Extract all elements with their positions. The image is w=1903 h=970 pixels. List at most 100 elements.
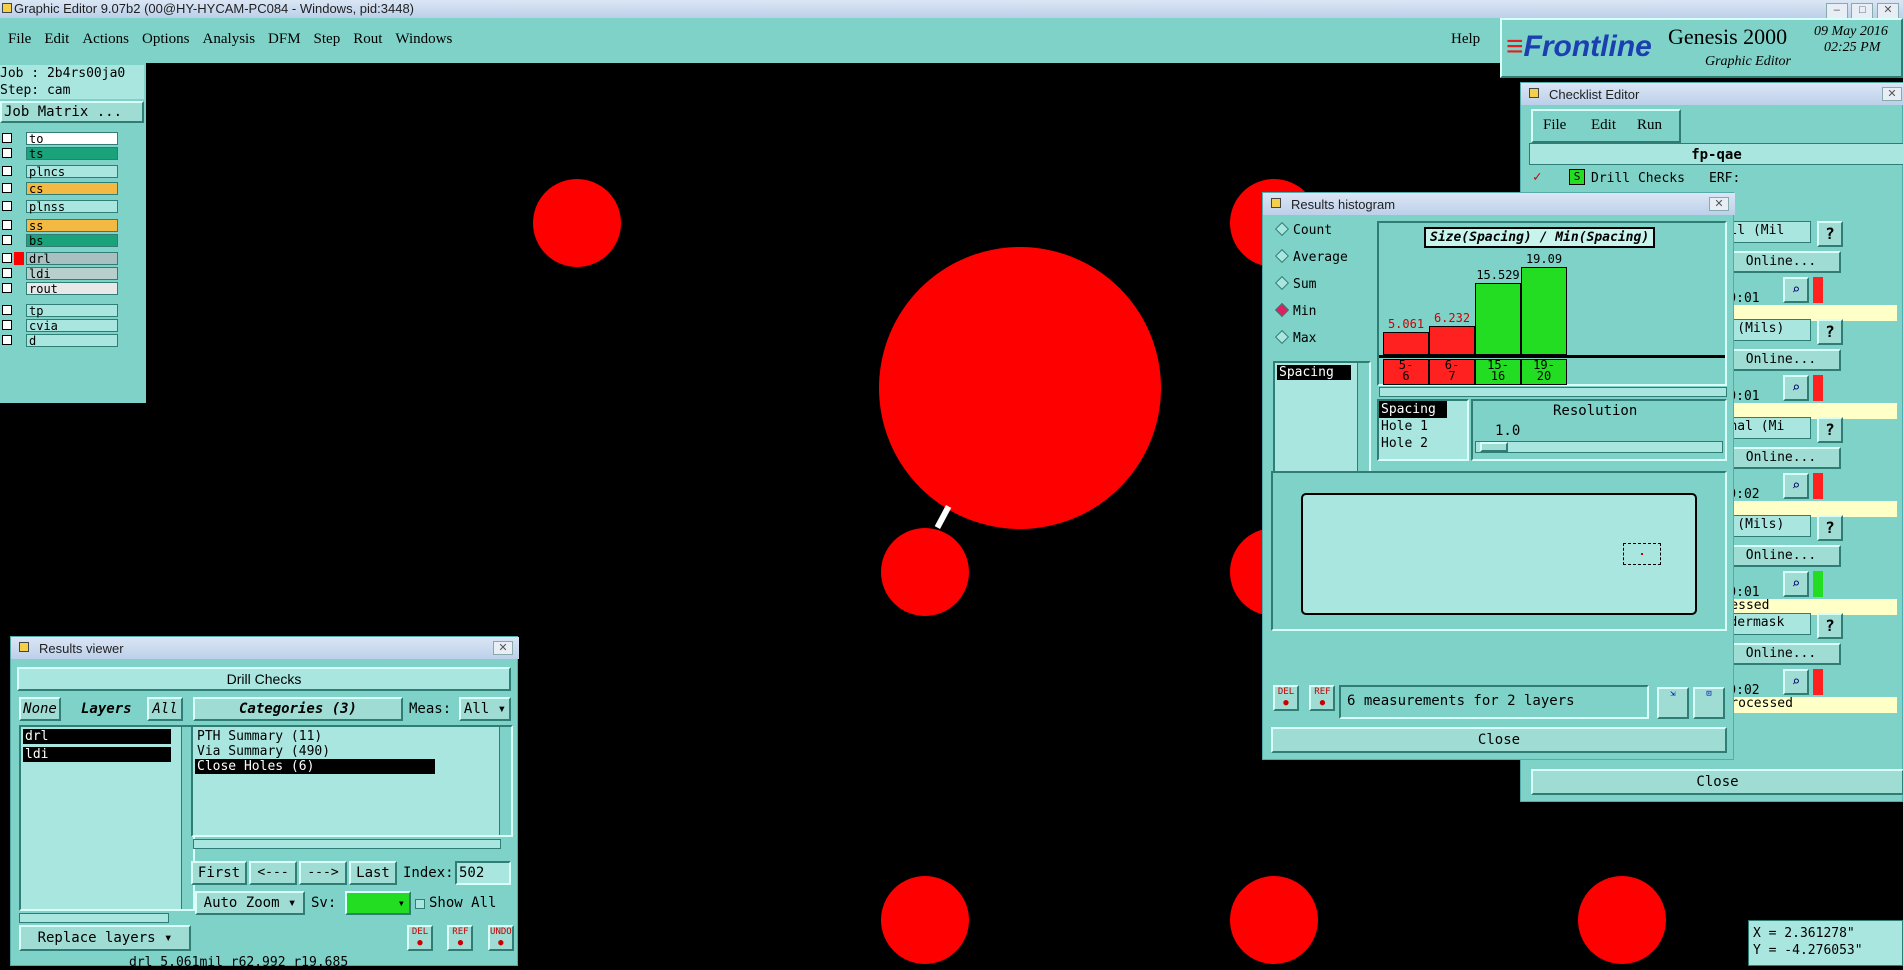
index-input[interactable]: 502 (455, 861, 511, 885)
layer-checkbox[interactable] (2, 235, 12, 245)
histogram-bar[interactable] (1521, 267, 1567, 355)
ref-icon[interactable]: REF● (1309, 685, 1336, 711)
view-results-icon[interactable]: ⌕ (1783, 473, 1809, 499)
view-results-icon[interactable]: ⌕ (1783, 571, 1809, 597)
online-button[interactable]: Online... (1721, 643, 1841, 665)
menu-dfm[interactable]: DFM (268, 31, 301, 48)
maximize-icon[interactable]: □ (1851, 3, 1874, 19)
next-button[interactable]: ---> (299, 861, 347, 885)
show-all-checkbox[interactable] (415, 899, 425, 909)
layer-name[interactable]: d (26, 334, 118, 348)
category-hscroll[interactable] (193, 839, 501, 849)
del-icon[interactable]: DEL● (407, 925, 433, 951)
bin-label[interactable]: 6- 7 (1429, 359, 1475, 385)
histogram-close-button[interactable]: Close (1271, 727, 1727, 753)
close-icon[interactable]: ✕ (1877, 3, 1899, 19)
mode-radio-average[interactable]: Average (1273, 248, 1348, 265)
radio-icon[interactable] (1274, 275, 1290, 291)
layer-checkbox[interactable] (2, 335, 12, 345)
checklist-close-button[interactable]: Close (1531, 769, 1903, 795)
histogram-bar[interactable] (1383, 332, 1429, 355)
previous-button[interactable]: <--- (249, 861, 297, 885)
menu-rout[interactable]: Rout (353, 31, 382, 48)
attribute-item[interactable]: Hole 1 (1379, 418, 1467, 435)
layer-row-plncs[interactable]: plncs (0, 165, 118, 179)
minimize-icon[interactable]: – (1825, 3, 1848, 19)
category-item[interactable]: Via Summary (490) (195, 744, 435, 759)
layer-name[interactable]: cs (26, 182, 118, 196)
checklist-menu-run[interactable]: Run (1637, 117, 1662, 134)
layer-checkbox[interactable] (2, 133, 12, 143)
help-button[interactable]: ? (1817, 515, 1843, 541)
layer-name[interactable]: ts (26, 147, 118, 161)
layer-checkbox[interactable] (2, 201, 12, 211)
undo-icon[interactable]: UNDO ● (487, 925, 514, 951)
layer-row-rout[interactable]: rout (0, 282, 118, 296)
close-icon[interactable]: ✕ (1709, 197, 1729, 211)
layer-row-drl[interactable]: drl (0, 252, 118, 266)
radio-icon[interactable] (1274, 329, 1290, 345)
zoom-area-icon[interactable]: ⊡ (1693, 687, 1725, 719)
zoom-fit-icon[interactable]: ⇲ (1657, 687, 1689, 719)
category-list[interactable]: PTH Summary (11) Via Summary (490) Close H… (191, 725, 513, 837)
online-button[interactable]: Online... (1721, 349, 1841, 371)
layers-all-button[interactable]: All (147, 697, 183, 721)
replace-layers-select[interactable]: Replace layers ▾ (19, 925, 191, 951)
layer-select-item[interactable]: drl (23, 729, 171, 744)
bin-label[interactable]: 5- 6 (1383, 359, 1429, 385)
close-icon[interactable]: ✕ (493, 641, 513, 655)
first-button[interactable]: First (191, 861, 247, 885)
layer-row-cvia[interactable]: cvia (0, 319, 118, 333)
online-button[interactable]: Online... (1721, 251, 1841, 273)
radio-icon[interactable] (1274, 302, 1290, 318)
checklist-menu-file[interactable]: File (1543, 117, 1566, 134)
view-results-icon[interactable]: ⌕ (1783, 669, 1809, 695)
job-matrix-button[interactable]: Job Matrix ... (0, 101, 144, 123)
layer-select-list[interactable]: drl ldi (19, 725, 195, 911)
online-button[interactable]: Online... (1721, 545, 1841, 567)
layer-name[interactable]: tp (26, 304, 118, 318)
layer-row-cs[interactable]: cs (0, 182, 118, 196)
layer-checkbox[interactable] (2, 148, 12, 158)
layer-row-ldi[interactable]: ldi (0, 267, 118, 281)
layer-row-ts[interactable]: ts (0, 147, 118, 161)
sv-color-select[interactable]: ▾ (345, 891, 411, 915)
help-button[interactable]: ? (1817, 417, 1843, 443)
menu-options[interactable]: Options (142, 31, 190, 48)
view-results-icon[interactable]: ⌕ (1783, 277, 1809, 303)
mode-radio-max[interactable]: Max (1273, 329, 1316, 346)
auto-zoom-select[interactable]: Auto Zoom ▾ (195, 891, 305, 915)
categories-button[interactable]: Categories (3) (193, 697, 403, 721)
layer-checkbox[interactable] (2, 320, 12, 330)
resolution-slider[interactable] (1475, 441, 1723, 453)
radio-icon[interactable] (1274, 248, 1290, 264)
close-icon[interactable]: ✕ (1882, 87, 1902, 101)
menu-edit[interactable]: Edit (44, 31, 69, 48)
menu-file[interactable]: File (8, 31, 31, 48)
menu-analysis[interactable]: Analysis (203, 31, 256, 48)
measure-item[interactable]: Spacing (1277, 365, 1351, 380)
layer-name[interactable]: bs (26, 234, 118, 248)
chart-hscroll[interactable] (1379, 387, 1727, 397)
layer-checkbox[interactable] (2, 283, 12, 293)
menu-windows[interactable]: Windows (395, 31, 452, 48)
layer-select-item[interactable]: ldi (23, 747, 171, 762)
layer-row-plnss[interactable]: plnss (0, 200, 118, 214)
layer-checkbox[interactable] (2, 183, 12, 193)
layer-name[interactable]: ldi (26, 267, 118, 281)
mode-radio-sum[interactable]: Sum (1273, 275, 1316, 292)
histogram-bar[interactable] (1475, 283, 1521, 355)
histogram-bar[interactable] (1429, 326, 1475, 355)
layer-list-hscroll[interactable] (19, 913, 169, 923)
menu-actions[interactable]: Actions (82, 31, 129, 48)
help-button[interactable]: ? (1817, 221, 1843, 247)
layer-name[interactable]: plncs (26, 165, 118, 179)
layer-row-tp[interactable]: tp (0, 304, 118, 318)
attribute-list[interactable]: Spacing Hole 1 Hole 2 (1377, 399, 1469, 461)
bin-label[interactable]: 19- 20 (1521, 359, 1567, 385)
radio-icon[interactable] (1274, 221, 1290, 237)
mode-radio-min[interactable]: Min (1273, 302, 1316, 319)
mode-radio-count[interactable]: Count (1273, 221, 1332, 238)
layer-row-ss[interactable]: ss (0, 219, 118, 233)
ref-icon[interactable]: REF● (447, 925, 474, 951)
